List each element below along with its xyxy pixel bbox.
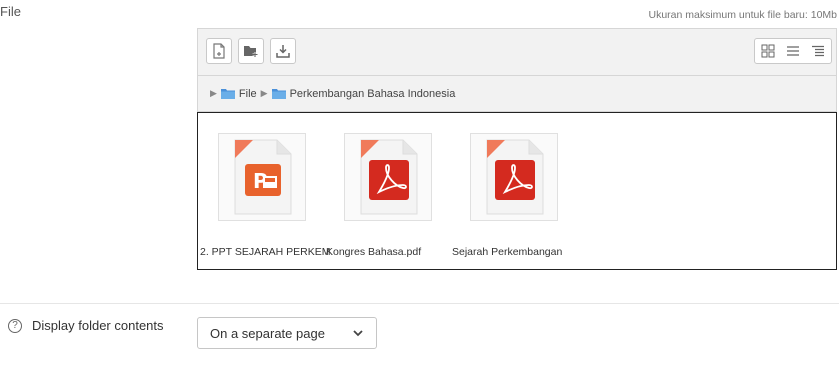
view-icons-button[interactable] <box>755 39 780 63</box>
file-manager: ▶ File ▶ Perkembangan Bahasa Indonesia P… <box>197 28 837 270</box>
breadcrumb: ▶ File ▶ Perkembangan Bahasa Indonesia <box>197 76 837 112</box>
file-item[interactable]: P 2. PPT SEJARAH PERKEMBANGAN <box>200 133 330 258</box>
view-details-icon <box>786 46 799 56</box>
view-tree-icon <box>812 45 825 57</box>
file-name: Sejarah Perkembangan <box>452 246 563 258</box>
file-field-label: File <box>0 4 21 19</box>
setting-label: Display folder contents <box>32 318 164 333</box>
view-tree-button[interactable] <box>806 39 831 63</box>
create-folder-icon <box>244 46 258 57</box>
file-item[interactable]: Kongres Bahasa.pdf <box>326 133 446 258</box>
breadcrumb-item-root[interactable]: File <box>220 87 257 100</box>
pdf-file-icon <box>360 139 418 215</box>
breadcrumb-arrow-icon: ▶ <box>210 88 217 98</box>
folder-icon <box>220 89 235 99</box>
breadcrumb-root-label: File <box>238 87 257 100</box>
display-folder-select[interactable]: On a separate page <box>197 317 377 349</box>
view-details-button[interactable] <box>780 39 805 63</box>
display-folder-setting: ? Display folder contents <box>8 318 164 333</box>
file-thumbnail: P <box>218 133 306 221</box>
select-value: On a separate page <box>210 325 325 341</box>
download-all-button[interactable] <box>270 38 296 64</box>
breadcrumb-current-label: Perkembangan Bahasa Indonesia <box>289 87 456 100</box>
powerpoint-file-icon: P <box>234 139 292 215</box>
file-list-area: P 2. PPT SEJARAH PERKEMBANGAN Kongres Ba… <box>197 112 837 270</box>
folder-icon <box>271 89 286 99</box>
max-size-note: Ukuran maksimum untuk file baru: 10Mb <box>648 9 838 21</box>
file-thumbnail <box>344 133 432 221</box>
download-icon <box>276 45 290 58</box>
view-mode-group <box>754 38 832 64</box>
breadcrumb-item-current[interactable]: Perkembangan Bahasa Indonesia <box>271 87 456 100</box>
add-file-icon <box>213 43 225 59</box>
chevron-down-icon <box>353 330 363 337</box>
file-item[interactable]: Sejarah Perkembangan <box>452 133 572 258</box>
section-divider <box>0 303 839 304</box>
add-file-button[interactable] <box>206 38 232 64</box>
create-folder-button[interactable] <box>238 38 264 64</box>
file-name: 2. PPT SEJARAH PERKEMBANGAN <box>200 246 330 258</box>
view-icons-icon <box>761 44 775 58</box>
pdf-file-icon <box>486 139 544 215</box>
help-icon[interactable]: ? <box>8 318 22 333</box>
file-thumbnail <box>470 133 558 221</box>
breadcrumb-arrow-icon: ▶ <box>260 88 268 98</box>
file-name: Kongres Bahasa.pdf <box>326 246 422 258</box>
file-manager-toolbar <box>197 28 837 76</box>
